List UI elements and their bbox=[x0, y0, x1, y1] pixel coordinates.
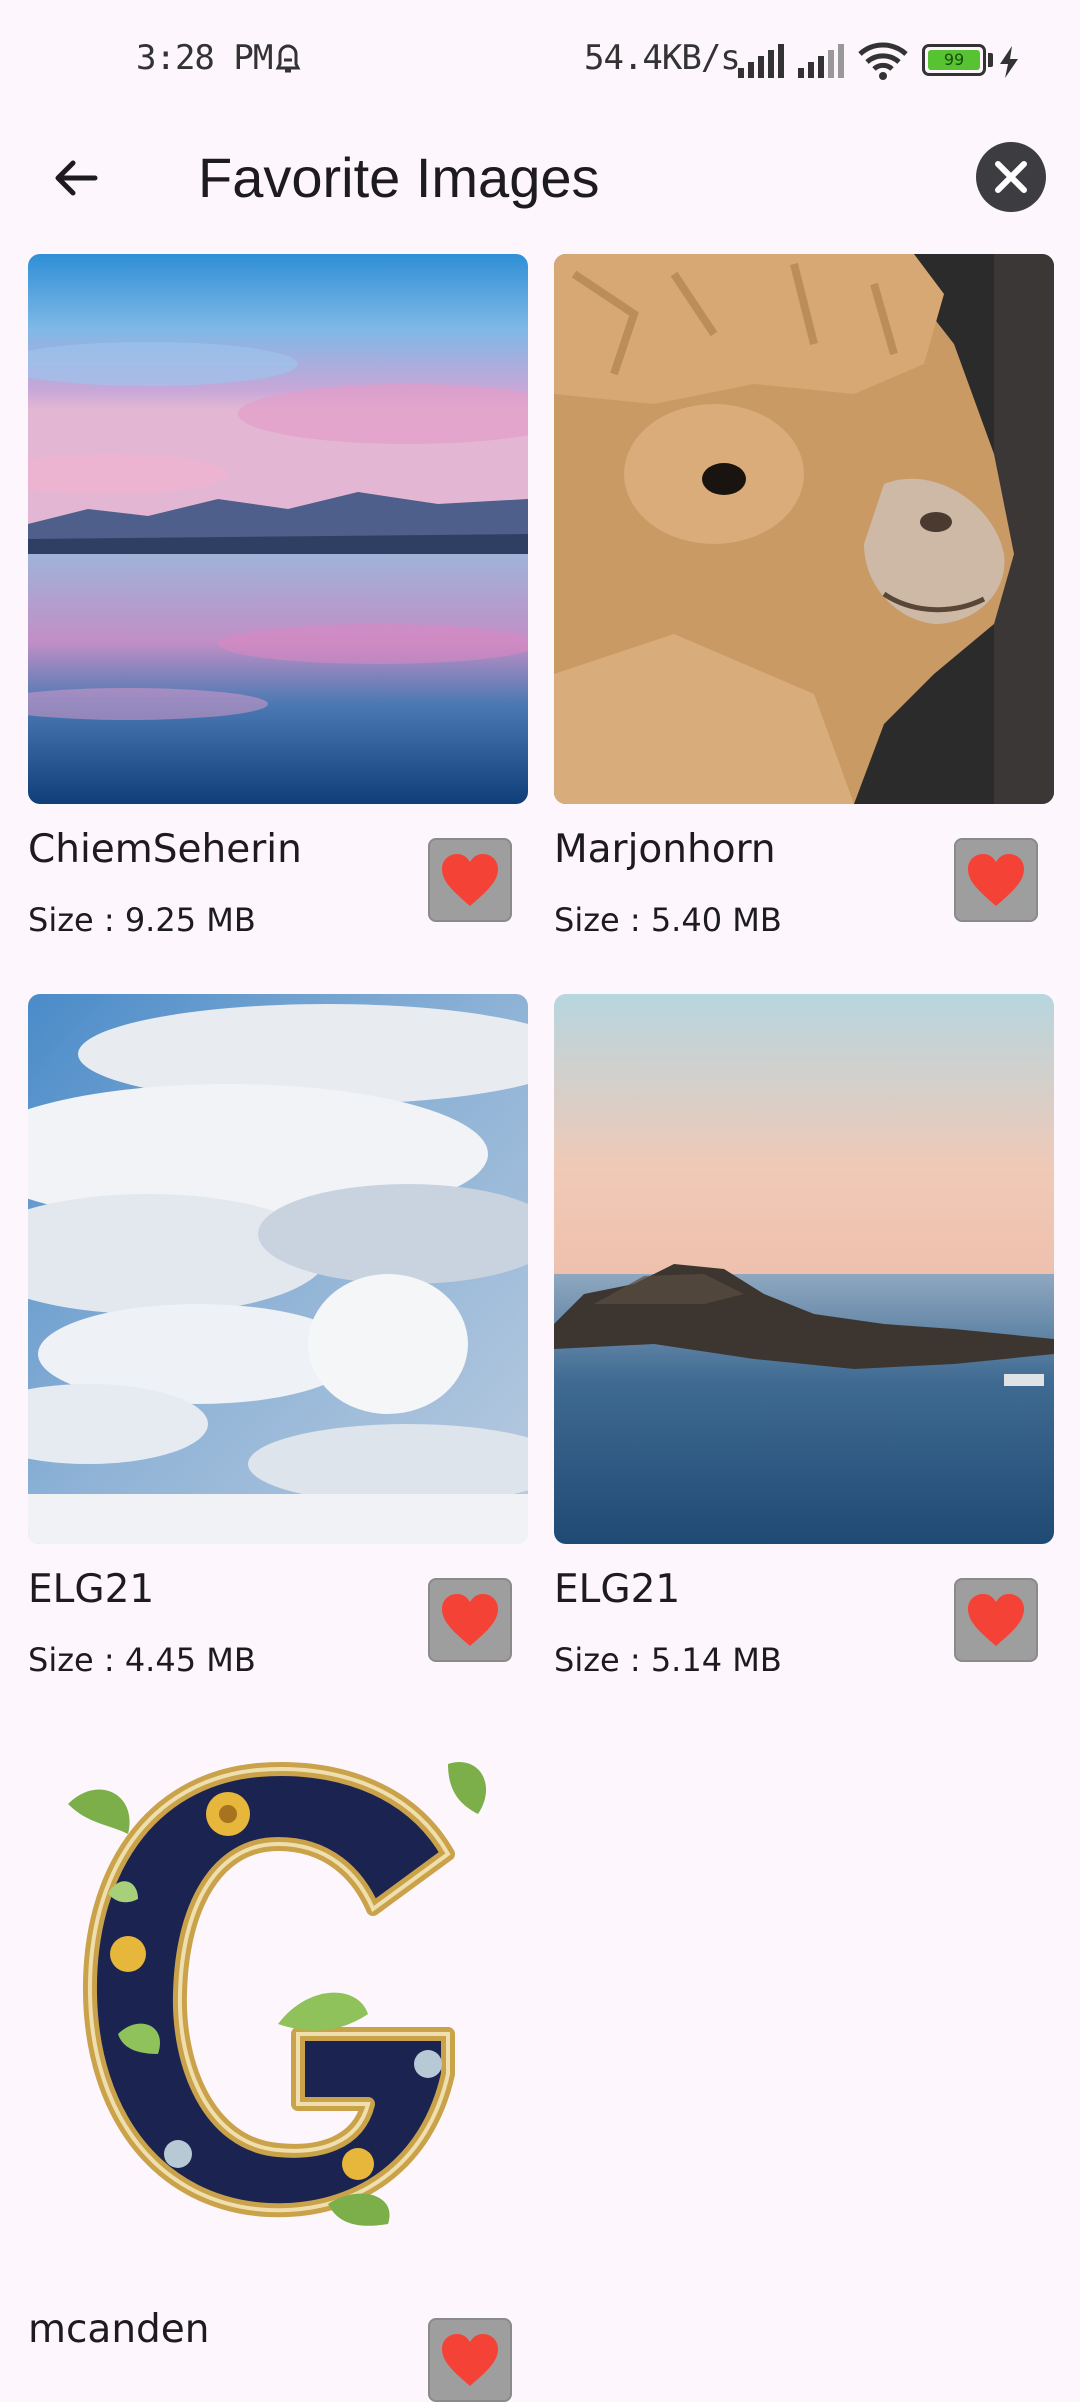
image-name: ChiemSeherin bbox=[28, 827, 302, 872]
clouds-sky-photo[interactable] bbox=[28, 994, 528, 1544]
signal-icon bbox=[738, 44, 784, 78]
back-button[interactable] bbox=[38, 140, 114, 216]
heart-icon bbox=[442, 854, 498, 906]
battery-icon: 99 bbox=[922, 44, 986, 76]
heart-icon bbox=[442, 1594, 498, 1646]
battery-level: 99 bbox=[928, 50, 980, 70]
heart-icon bbox=[442, 2334, 498, 2386]
image-size: Size : 5.14 MB bbox=[554, 1641, 782, 1679]
battery-cap bbox=[988, 53, 993, 67]
status-time: 3:28 PM bbox=[136, 38, 273, 78]
favorite-button[interactable] bbox=[428, 2318, 512, 2402]
alarm-icon bbox=[275, 44, 301, 73]
network-speed: 54.4KB/s bbox=[584, 38, 741, 78]
app-bar: Favorite Images bbox=[0, 124, 1080, 230]
image-name: ELG21 bbox=[28, 1567, 155, 1612]
image-name: mcanden bbox=[28, 2307, 210, 2352]
image-name: Marjonhorn bbox=[554, 827, 776, 872]
image-size: Size : 4.45 MB bbox=[28, 1641, 256, 1679]
alpaca-photo[interactable] bbox=[554, 254, 1054, 804]
image-size: Size : 9.25 MB bbox=[28, 901, 256, 939]
image-name: ELG21 bbox=[554, 1567, 681, 1612]
wifi-icon bbox=[858, 42, 908, 80]
favorite-button[interactable] bbox=[954, 838, 1038, 922]
close-button[interactable] bbox=[976, 142, 1046, 212]
favorite-button[interactable] bbox=[428, 838, 512, 922]
heart-icon bbox=[968, 854, 1024, 906]
close-icon bbox=[995, 161, 1027, 193]
favorite-button[interactable] bbox=[954, 1578, 1038, 1662]
signal-icon bbox=[798, 44, 844, 78]
page-title: Favorite Images bbox=[198, 146, 600, 209]
heart-icon bbox=[968, 1594, 1024, 1646]
image-size: Size : 5.40 MB bbox=[554, 901, 782, 939]
charging-icon bbox=[1000, 46, 1018, 78]
lake-sunset-photo[interactable] bbox=[28, 254, 528, 804]
ornate-letter-g-image[interactable] bbox=[28, 1734, 528, 2284]
status-bar: 3:28 PM 54.4KB/s 99 bbox=[0, 0, 1080, 124]
arrow-left-icon bbox=[55, 160, 98, 196]
coast-island-photo[interactable] bbox=[554, 994, 1054, 1544]
favorite-button[interactable] bbox=[428, 1578, 512, 1662]
